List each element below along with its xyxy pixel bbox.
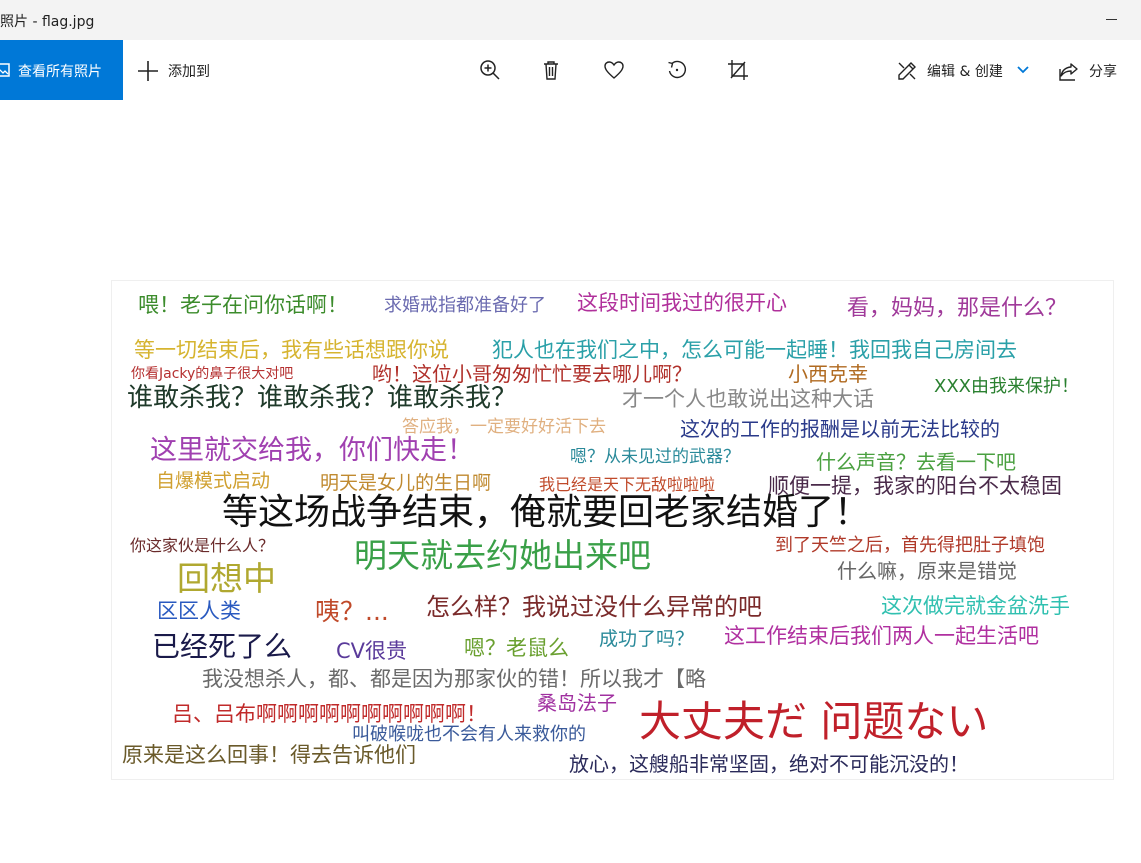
photos-icon — [0, 63, 10, 77]
toolbar: 查看所有照片 添加到 编辑 & 创建 分享 — [0, 40, 1141, 100]
zoom-in-icon — [480, 60, 500, 80]
image-phrase: 求婚戒指都准备好了 — [384, 295, 546, 316]
image-phrase: 这工作结束后我们两人一起生活吧 — [724, 624, 1039, 648]
zoom-in-button[interactable] — [472, 40, 508, 100]
view-all-photos-button[interactable]: 查看所有照片 — [0, 40, 123, 100]
image-phrase: 这里就交给我，你们快走！ — [150, 435, 474, 466]
image-phrase: 谁敢杀我？谁敢杀我？谁敢杀我？ — [127, 383, 518, 413]
add-to-label: 添加到 — [168, 64, 210, 80]
share-label: 分享 — [1089, 64, 1117, 80]
image-phrase: 成功了吗？ — [599, 628, 695, 650]
view-all-photos-label: 查看所有照片 — [18, 64, 102, 80]
image-phrase: 自爆模式启动 — [156, 470, 271, 492]
image-phrase: 我已经是天下无敌啦啦啦 — [539, 475, 716, 494]
image-phrase: 已经死了么 — [152, 630, 293, 663]
delete-button[interactable] — [533, 40, 569, 100]
heart-icon — [604, 61, 624, 79]
image-phrase: CV很贵 — [336, 639, 408, 663]
image-phrase: 什么嘛，原来是错觉 — [837, 559, 1017, 583]
image-phrase: 到了天竺之后，首先得把肚子填饱 — [775, 535, 1045, 556]
crop-button[interactable] — [720, 40, 756, 100]
image-phrase: 回想中 — [177, 559, 276, 598]
image-phrase: 喂！老子在问你话啊！ — [138, 293, 348, 317]
image-phrase: 才一个人也敢说出这种大话 — [622, 387, 874, 411]
plus-icon — [138, 61, 158, 81]
image-phrase: 这段时间我过的很开心 — [577, 291, 787, 315]
image-phrase: 吕、吕布啊啊啊啊啊啊啊啊啊啊！ — [172, 702, 487, 726]
image-phrase: 原来是这么回事！得去告诉他们 — [122, 743, 416, 767]
rotate-button[interactable] — [659, 40, 695, 100]
image-phrase: 哟！这位小哥匆匆忙忙要去哪儿啊？ — [372, 362, 692, 386]
add-to-button[interactable]: 添加到 — [134, 40, 224, 100]
image-phrase: 放心，这艘船非常坚固，绝对不可能沉没的！ — [569, 752, 969, 776]
edit-create-button[interactable]: 编辑 & 创建 — [892, 40, 1037, 100]
image-phrase: 这次做完就金盆洗手 — [881, 594, 1070, 618]
chevron-down-icon — [1017, 66, 1029, 74]
trash-icon — [544, 61, 558, 80]
image-phrase: 大丈夫だ 问题ない — [639, 697, 989, 746]
image-phrase: 我没想杀人，都、都是因为那家伙的错！所以我才【略 — [202, 667, 706, 691]
rotate-icon — [668, 60, 687, 79]
share-button[interactable]: 分享 — [1054, 40, 1134, 100]
image-phrase: 答应我，一定要好好活下去 — [402, 417, 606, 437]
favorite-button[interactable] — [596, 40, 632, 100]
image-phrase: 看，妈妈，那是什么？ — [847, 296, 1068, 321]
edit-pen-icon — [898, 62, 916, 80]
image-phrase: 怎么样？我说过没什么异常的吧 — [426, 593, 762, 621]
image-phrase: 明天是女儿的生日啊 — [320, 472, 492, 494]
image-phrase: 你看Jacky的鼻子很大对吧 — [131, 366, 294, 382]
image-phrase: 你这家伙是什么人？ — [130, 536, 275, 555]
image-phrase: XXX由我来保护！ — [934, 376, 1079, 397]
image-phrase: 叫破喉咙也不会有人来救你的 — [352, 724, 586, 745]
image-phrase: 这次的工作的报酬是以前无法比较的 — [680, 417, 1000, 441]
image-phrase: 嗯？从未见过的武器？ — [570, 447, 740, 467]
image-phrase: 等这场战争结束，俺就要回老家结婚了！ — [222, 492, 871, 533]
image-phrase: 区区人类 — [157, 599, 241, 623]
image-phrase: 什么声音？去看一下吧 — [816, 450, 1016, 474]
image-phrase: 小西克幸 — [788, 362, 868, 386]
image-phrase: 咦？... — [315, 597, 389, 626]
image-phrase: 明天就去约她出来吧 — [354, 536, 651, 575]
minimize-icon[interactable] — [1106, 19, 1117, 20]
image-phrase: 犯人也在我们之中，怎么可能一起睡！我回我自己房间去 — [492, 338, 1017, 362]
edit-create-label: 编辑 & 创建 — [927, 64, 1003, 80]
photo-viewer-image[interactable]: 喂！老子在问你话啊！ 求婚戒指都准备好了 这段时间我过的很开心 看，妈妈，那是什… — [112, 281, 1113, 779]
image-phrase: 桑岛法子 — [537, 691, 617, 715]
image-phrase: 嗯？老鼠么 — [464, 636, 569, 660]
image-phrase: 等一切结束后，我有些话想跟你说 — [134, 338, 449, 362]
share-icon — [1059, 63, 1078, 81]
crop-icon — [728, 60, 748, 80]
title-bar: 照片 - flag.jpg — [0, 0, 1141, 40]
window-title: 照片 - flag.jpg — [0, 14, 95, 30]
